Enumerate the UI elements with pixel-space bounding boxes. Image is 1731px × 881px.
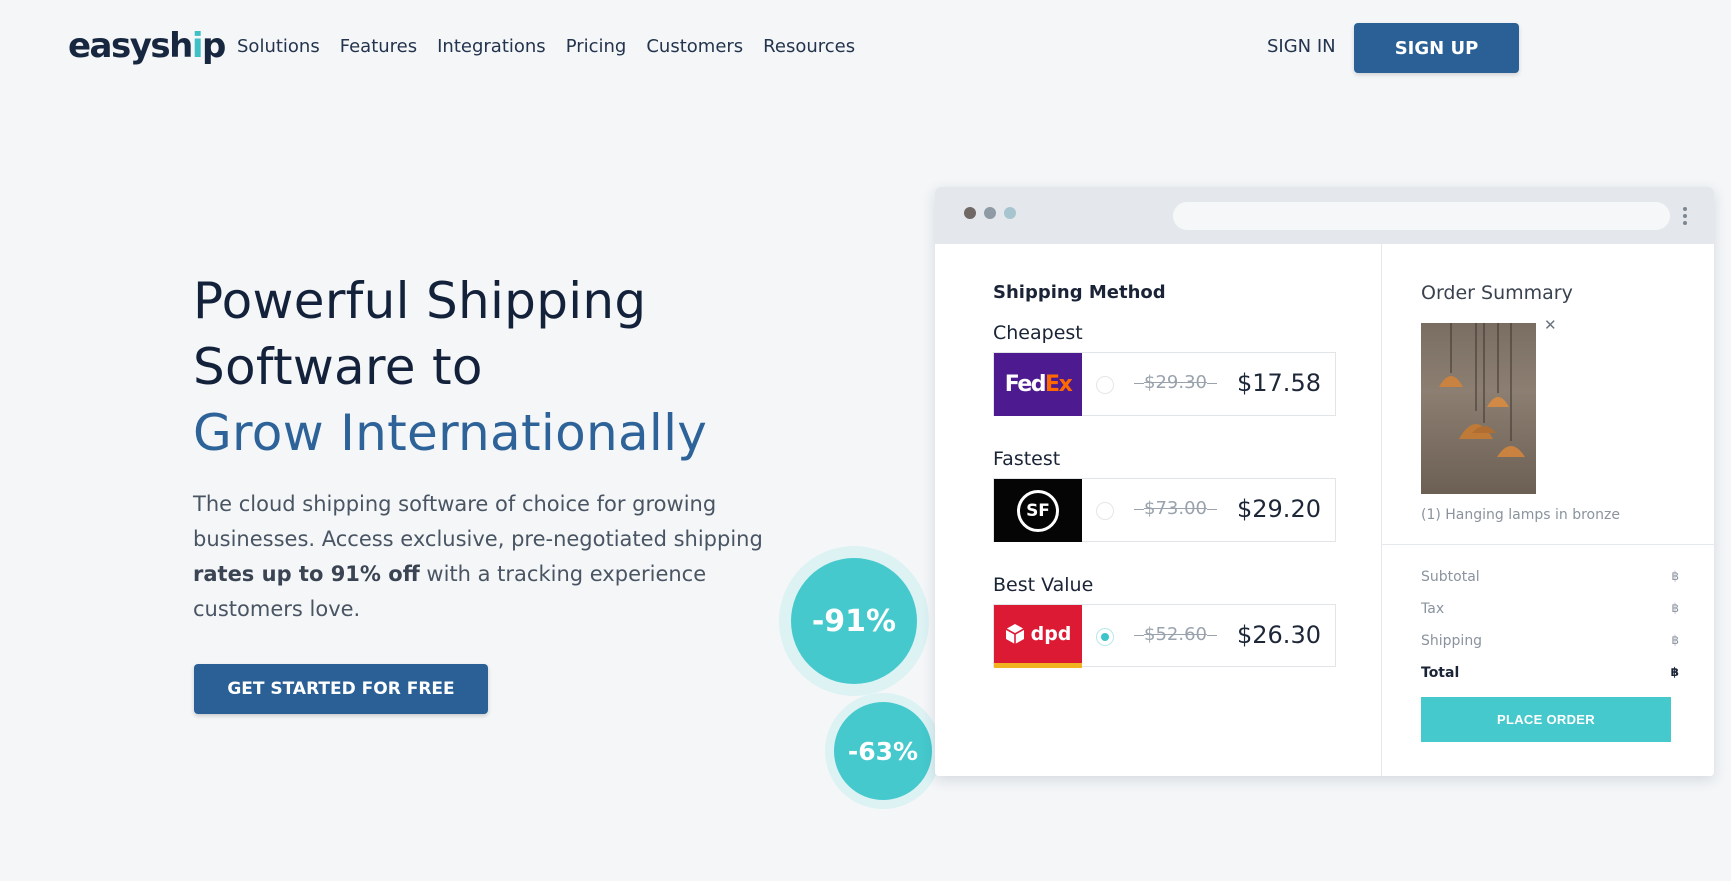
hero-title-highlight: Grow Internationally (193, 404, 708, 462)
rate-option-fedex[interactable]: FedEx $29.30 $17.58 (993, 352, 1336, 416)
nav-link-customers[interactable]: Customers (646, 36, 743, 57)
kebab-menu-icon (1683, 207, 1687, 227)
hero-title-line1: Powerful Shipping (193, 272, 647, 330)
window-dot-icon (984, 207, 996, 219)
sf-express-logo: SF (994, 479, 1082, 542)
address-bar (1173, 202, 1670, 230)
rate-option-dpd[interactable]: dpd $52.60 $26.30 (993, 604, 1336, 668)
summary-tax-value: ฿ (1671, 601, 1679, 615)
checkout-mockup: Shipping Method Cheapest FedEx $29.30 $1… (935, 187, 1714, 776)
shipping-method-panel: Shipping Method Cheapest FedEx $29.30 $1… (935, 244, 1381, 776)
new-price: $29.20 (1237, 495, 1321, 523)
summary-subtotal-value: ฿ (1671, 569, 1679, 583)
hero-title-line2: Software to (193, 338, 483, 396)
rate-radio[interactable] (1096, 502, 1114, 520)
discount-badge-63: -63% (834, 702, 932, 800)
old-price: $29.30 (1134, 372, 1217, 393)
remove-item-icon[interactable]: ✕ (1544, 316, 1557, 334)
order-summary-title: Order Summary (1421, 282, 1573, 304)
browser-toolbar (935, 187, 1714, 244)
nav-link-resources[interactable]: Resources (763, 36, 855, 57)
summary-divider (1382, 544, 1714, 545)
rate-label-fastest: Fastest (993, 448, 1061, 470)
window-dot-icon (964, 207, 976, 219)
rate-label-cheapest: Cheapest (993, 322, 1083, 344)
dpd-logo: dpd (994, 605, 1082, 668)
sign-up-button[interactable]: SIGN UP (1354, 23, 1519, 73)
hero-subtitle: The cloud shipping software of choice fo… (193, 492, 763, 621)
summary-total-value: ฿ (1670, 665, 1679, 679)
sign-in-link[interactable]: SIGN IN (1267, 36, 1336, 57)
old-price: $73.00 (1134, 498, 1217, 519)
hero-title: Powerful Shipping Software to Grow Inter… (193, 268, 793, 466)
rate-option-sf[interactable]: SF $73.00 $29.20 (993, 478, 1336, 542)
nav-link-pricing[interactable]: Pricing (566, 36, 627, 57)
nav-links: Solutions Features Integrations Pricing … (237, 36, 855, 57)
order-summary-panel: Order Summary ✕ (1) Hanging lamps in bro… (1381, 244, 1714, 776)
place-order-button[interactable]: PLACE ORDER (1421, 697, 1671, 742)
product-caption: (1) Hanging lamps in bronze (1421, 507, 1620, 523)
hero-subtitle-bold: rates up to 91% off (193, 562, 420, 586)
nav-link-integrations[interactable]: Integrations (437, 36, 546, 57)
summary-total: Total ฿ (1421, 665, 1679, 681)
new-price: $17.58 (1237, 369, 1321, 397)
discount-badge-91: -91% (791, 558, 917, 684)
rate-radio-selected[interactable] (1096, 628, 1114, 646)
nav-link-solutions[interactable]: Solutions (237, 36, 320, 57)
rate-radio[interactable] (1096, 376, 1114, 394)
summary-subtotal: Subtotal ฿ (1421, 569, 1679, 585)
new-price: $26.30 (1237, 621, 1321, 649)
nav-link-features[interactable]: Features (340, 36, 417, 57)
old-price: $52.60 (1134, 624, 1217, 645)
summary-shipping-value: ฿ (1671, 633, 1679, 647)
window-dot-icon (1004, 207, 1016, 219)
rate-label-best-value: Best Value (993, 574, 1094, 596)
get-started-button[interactable]: GET STARTED FOR FREE (194, 664, 488, 714)
summary-shipping: Shipping ฿ (1421, 633, 1679, 649)
fedex-logo: FedEx (994, 353, 1082, 416)
shipping-method-title: Shipping Method (993, 282, 1166, 303)
top-nav: easyship Solutions Features Integrations… (0, 0, 1731, 96)
product-image (1421, 323, 1536, 494)
summary-tax: Tax ฿ (1421, 601, 1679, 617)
easyship-logo[interactable]: easyship (68, 26, 226, 66)
